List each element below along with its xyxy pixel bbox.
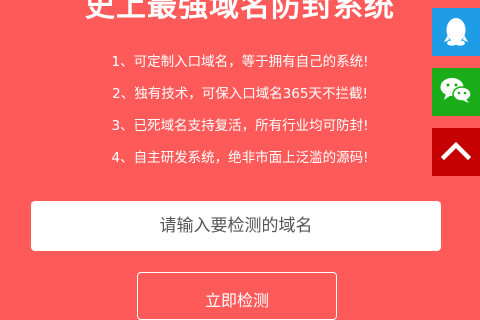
wechat-icon xyxy=(439,75,473,109)
wechat-button[interactable] xyxy=(432,68,480,116)
feature-item: 4、自主研发系统，绝非市面上泛滥的源码! xyxy=(111,150,369,166)
back-to-top-button[interactable] xyxy=(432,128,480,176)
qq-button[interactable] xyxy=(432,8,480,56)
qq-icon xyxy=(441,13,471,51)
page-title: 史上最强域名防封系统 xyxy=(85,0,395,24)
domain-input[interactable] xyxy=(31,201,441,251)
check-button[interactable]: 立即检测 xyxy=(137,272,337,320)
feature-list: 1、可定制入口域名，等于拥有自己的系统! 2、独有技术，可保入口域名365天不拦… xyxy=(0,52,480,180)
feature-item: 3、已死域名支持复活，所有行业均可防封! xyxy=(111,118,369,134)
feature-item: 2、独有技术，可保入口域名365天不拦截! xyxy=(112,86,368,102)
chevron-up-icon xyxy=(440,140,472,164)
feature-item: 1、可定制入口域名，等于拥有自己的系统! xyxy=(111,54,369,70)
